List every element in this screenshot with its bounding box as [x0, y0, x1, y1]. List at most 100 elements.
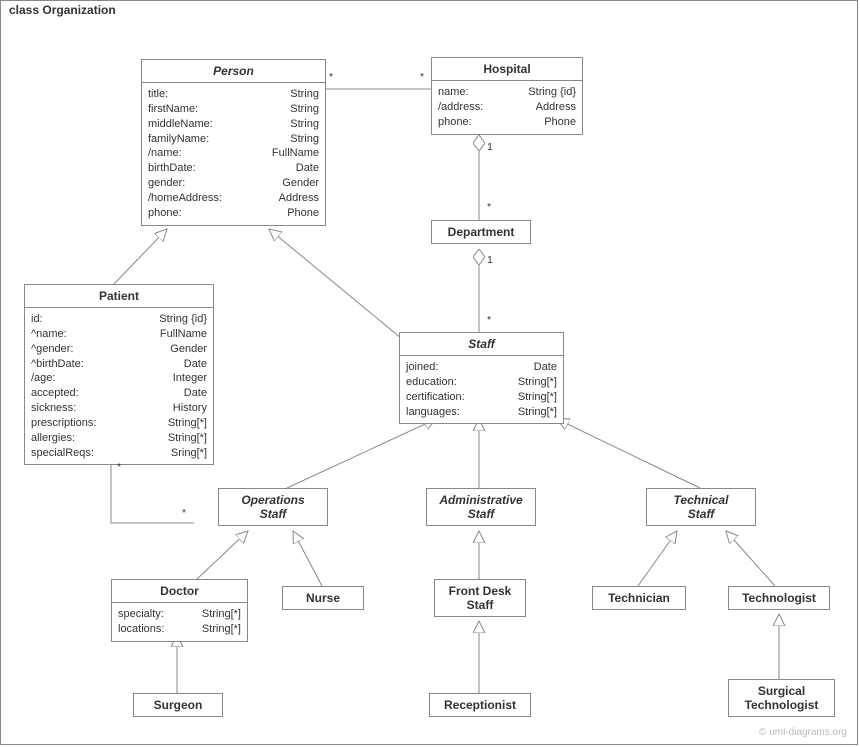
class-technician: Technician: [592, 586, 686, 610]
mult-hospital-dept-bot: *: [487, 201, 491, 213]
attr-name: id:: [31, 312, 43, 327]
attr-name: ^gender:: [31, 342, 73, 357]
class-nurse: Nurse: [282, 586, 364, 610]
mult-patient-ops-top: *: [117, 461, 121, 473]
attr-row: /homeAddress:Address: [148, 191, 319, 206]
mult-dept-staff-bot: *: [487, 314, 491, 326]
mult-patient-ops-right: *: [182, 507, 186, 519]
attr-name: birthDate:: [148, 161, 196, 176]
class-technologist-name: Technologist: [729, 587, 829, 609]
attr-type: Phone: [528, 115, 576, 130]
attr-type: String[*]: [502, 405, 557, 420]
class-doctor-name: Doctor: [112, 580, 247, 603]
attr-row: allergies: String[*]: [31, 431, 207, 446]
attr-row: firstName: String: [148, 102, 319, 117]
attr-type: Phone: [271, 206, 319, 221]
attr-type: String: [274, 87, 319, 102]
attr-name: joined:: [406, 360, 438, 375]
attr-type: String: [274, 102, 319, 117]
mult-person-hospital-right: *: [420, 71, 424, 83]
attr-row: locations:String[*]: [118, 622, 241, 637]
attr-name: title:: [148, 87, 168, 102]
class-person-attrs: title:StringfirstName:StringmiddleName:S…: [142, 83, 325, 225]
class-hospital: Hospital name:String {id}/address:Addres…: [431, 57, 583, 135]
attr-row: phone: Phone: [148, 206, 319, 221]
attr-row: specialty: String[*]: [118, 607, 241, 622]
frame-label: class Organization: [0, 0, 137, 19]
attr-name: sickness:: [31, 401, 76, 416]
attr-row: id: String {id}: [31, 312, 207, 327]
class-department: Department: [431, 220, 531, 244]
attr-row: gender:Gender: [148, 176, 319, 191]
attr-row: name: String {id}: [438, 85, 576, 100]
class-doctor-attrs: specialty: String[*]locations:String[*]: [112, 603, 247, 641]
class-technical-staff: Technical Staff: [646, 488, 756, 526]
attr-type: String[*]: [152, 416, 207, 431]
class-operations-staff-name: Operations Staff: [219, 489, 327, 525]
attr-row: /age:Integer: [31, 371, 207, 386]
class-surgical-technologist: Surgical Technologist: [728, 679, 835, 717]
class-nurse-name: Nurse: [283, 587, 363, 609]
class-surgical-technologist-name: Surgical Technologist: [729, 680, 834, 716]
diagram-frame: class Organization: [0, 0, 858, 745]
attr-name: phone:: [148, 206, 182, 221]
attr-name: allergies:: [31, 431, 75, 446]
attr-row: ^gender: Gender: [31, 342, 207, 357]
class-admin-staff-name: Administrative Staff: [427, 489, 535, 525]
attr-type: String {id}: [143, 312, 207, 327]
attr-name: /homeAddress:: [148, 191, 222, 206]
attr-name: /name:: [148, 146, 182, 161]
attr-type: Date: [168, 386, 207, 401]
class-patient: Patient id: String {id}^name:FullName^gen…: [24, 284, 214, 465]
attr-type: Date: [280, 161, 319, 176]
attr-name: name:: [438, 85, 469, 100]
class-front-desk: Front Desk Staff: [434, 579, 526, 617]
class-department-name: Department: [432, 221, 530, 243]
attr-type: Gender: [154, 342, 207, 357]
attr-type: String {id}: [512, 85, 576, 100]
attr-name: specialty:: [118, 607, 164, 622]
attr-type: String[*]: [502, 390, 557, 405]
attr-type: String[*]: [152, 431, 207, 446]
attr-row: ^name:FullName: [31, 327, 207, 342]
attr-row: middleName:String: [148, 117, 319, 132]
class-technician-name: Technician: [593, 587, 685, 609]
attr-name: familyName:: [148, 132, 209, 147]
class-receptionist: Receptionist: [429, 693, 531, 717]
attr-type: Date: [518, 360, 557, 375]
class-staff-attrs: joined: Dateeducation:String[*]certificat…: [400, 356, 563, 423]
class-surgeon-name: Surgeon: [134, 694, 222, 716]
attr-name: /address:: [438, 100, 483, 115]
attr-row: /name: FullName: [148, 146, 319, 161]
class-front-desk-name: Front Desk Staff: [435, 580, 525, 616]
attr-name: phone:: [438, 115, 472, 130]
attr-type: Date: [168, 357, 207, 372]
class-operations-staff: Operations Staff: [218, 488, 328, 526]
attr-type: FullName: [256, 146, 319, 161]
attr-type: String[*]: [502, 375, 557, 390]
attr-name: ^birthDate:: [31, 357, 84, 372]
mult-person-hospital-left: *: [329, 71, 333, 83]
class-patient-attrs: id: String {id}^name:FullName^gender: Gend…: [25, 308, 213, 464]
class-patient-name: Patient: [25, 285, 213, 308]
attr-row: certification:String[*]: [406, 390, 557, 405]
attr-name: accepted:: [31, 386, 79, 401]
attr-row: languages:String[*]: [406, 405, 557, 420]
attr-row: /address:Address: [438, 100, 576, 115]
attr-type: String: [274, 132, 319, 147]
class-staff: Staff joined:Dateeducation:String[*]cert…: [399, 332, 564, 424]
class-admin-staff: Administrative Staff: [426, 488, 536, 526]
attr-row: ^birthDate: Date: [31, 357, 207, 372]
attr-type: Sring[*]: [155, 446, 207, 461]
attr-row: joined: Date: [406, 360, 557, 375]
attr-name: prescriptions:: [31, 416, 96, 431]
class-person: Person title:StringfirstName:Stringmiddl…: [141, 59, 326, 226]
attr-row: sickness:History: [31, 401, 207, 416]
class-doctor: Doctor specialty: String[*]locations:Stri…: [111, 579, 248, 642]
mult-dept-staff-top: 1: [487, 254, 493, 266]
attr-row: education:String[*]: [406, 375, 557, 390]
attr-type: FullName: [144, 327, 207, 342]
attr-type: String[*]: [186, 607, 241, 622]
attr-type: Integer: [157, 371, 207, 386]
attr-name: firstName:: [148, 102, 198, 117]
